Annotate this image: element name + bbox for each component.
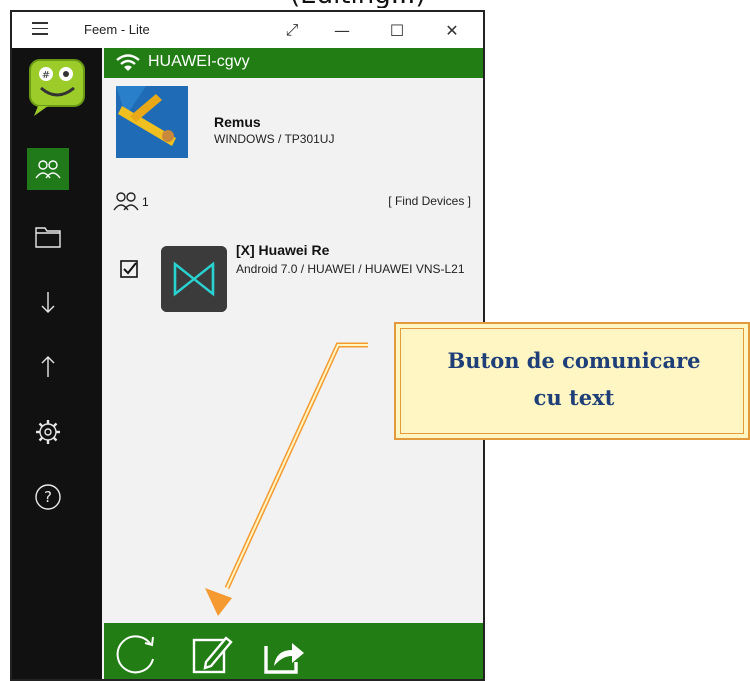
device-list-item[interactable]: [X] Huawei Re Android 7.0 / HUAWEI / HUA…: [104, 236, 483, 316]
hamburger-menu-icon[interactable]: [32, 22, 48, 36]
refresh-icon: [116, 635, 154, 674]
annotation-callout: Buton de comunicare cu text: [394, 322, 750, 440]
device-name: [X] Huawei Re: [236, 242, 330, 258]
network-bar: HUAWEI-cgvy: [104, 48, 483, 78]
local-device-row: Remus WINDOWS / TP301UJ: [104, 80, 483, 170]
svg-text:?: ?: [44, 488, 52, 506]
find-devices-link[interactable]: [ Find Devices ]: [388, 194, 471, 208]
local-device-name: Remus: [214, 114, 261, 130]
close-button[interactable]: ✕: [432, 12, 472, 48]
nav-help-button[interactable]: ?: [27, 476, 69, 518]
users-icon: [35, 160, 61, 179]
text-chat-icon: [192, 636, 233, 674]
devices-header: 1 [ Find Devices ]: [104, 190, 483, 214]
share-button[interactable]: [258, 631, 310, 677]
annotation-line-1: Buton de comunicare: [447, 348, 701, 373]
sidebar: # ?: [12, 48, 102, 679]
title-bar: Feem - Lite ⤢ — ☐ ✕: [12, 12, 483, 48]
local-device-avatar: [116, 86, 188, 158]
nav-settings-button[interactable]: [27, 411, 69, 453]
share-icon: [264, 643, 304, 674]
annotation-text: Buton de comunicare cu text: [406, 342, 742, 416]
expand-button[interactable]: ⤢: [272, 12, 312, 48]
annotation-line-2: cu text: [533, 385, 615, 410]
local-device-detail: WINDOWS / TP301UJ: [214, 132, 335, 146]
download-arrow-icon: [41, 292, 55, 313]
text-chat-button[interactable]: [186, 631, 238, 677]
nav-upload-button[interactable]: [27, 346, 69, 388]
window-title: Feem - Lite: [84, 22, 150, 37]
settings-gear-icon: [36, 420, 60, 444]
nav-files-button[interactable]: [27, 216, 69, 258]
minimize-button[interactable]: —: [322, 12, 362, 48]
maximize-button[interactable]: ☐: [377, 12, 417, 48]
bottom-toolbar: [104, 623, 483, 679]
upload-arrow-icon: [41, 356, 55, 377]
folder-icon: [35, 227, 61, 248]
help-icon: ?: [35, 484, 61, 510]
device-count: 1: [142, 195, 149, 209]
device-avatar: [161, 246, 227, 312]
users-icon: [113, 192, 139, 211]
wifi-icon: [116, 54, 140, 71]
clipped-header-text: (Editing...): [0, 0, 750, 8]
refresh-button[interactable]: [110, 631, 162, 677]
device-detail: Android 7.0 / HUAWEI / HUAWEI VNS-L21: [236, 262, 465, 276]
nav-users-button[interactable]: [27, 148, 69, 190]
feem-logo-icon: #: [28, 58, 88, 118]
network-name: HUAWEI-cgvy: [148, 53, 250, 70]
checkbox-checked-icon[interactable]: [120, 260, 138, 278]
svg-text:#: #: [42, 70, 50, 81]
nav-download-button[interactable]: [27, 281, 69, 323]
